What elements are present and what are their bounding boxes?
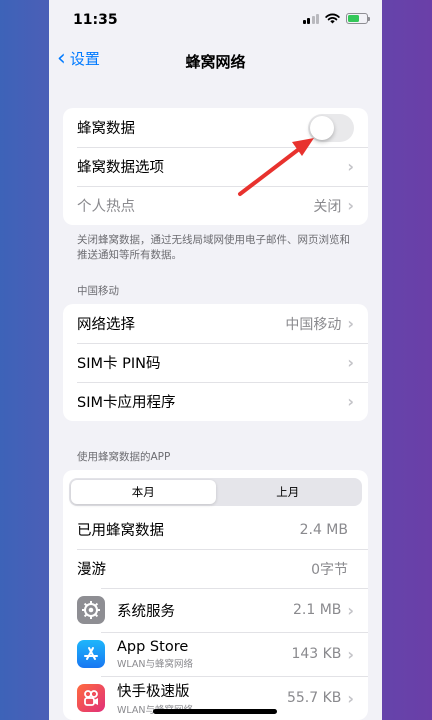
used-data-label: 已用蜂窝数据 — [77, 523, 164, 539]
page-title: 蜂窝网络 — [185, 53, 246, 71]
chevron-right-icon: › — [347, 600, 354, 620]
chevron-right-icon: › — [347, 314, 354, 333]
app-store-icon — [77, 640, 105, 668]
status-bar: 11:35 — [49, 0, 382, 40]
cellular-data-label: 蜂窝数据 — [77, 121, 135, 137]
app-row-system-services[interactable]: 系统服务 2.1 MB › — [63, 588, 368, 632]
roaming-label: 漫游 — [77, 562, 106, 578]
hotspot-row[interactable]: 个人热点 关闭 › — [63, 186, 368, 225]
toggle-knob — [310, 115, 334, 140]
kuaishou-icon — [77, 684, 105, 712]
app-name: 系统服务 — [117, 603, 175, 620]
cellular-options-row[interactable]: 蜂窝数据选项 › — [63, 147, 368, 186]
cellular-data-toggle[interactable] — [308, 113, 354, 142]
app-subtitle: WLAN与蜂窝网络 — [117, 658, 194, 670]
app-usage-value: 143 KB — [291, 646, 342, 662]
sim-apps-label: SIM卡应用程序 — [77, 395, 176, 411]
phone-screen: 11:35 ‹ 设置 蜂窝网络 蜂窝数据 蜂窝数据选项 › 个人热点 关闭 › … — [49, 0, 382, 720]
sim-pin-row[interactable]: SIM卡 PIN码 › — [63, 343, 368, 382]
chevron-right-icon: › — [347, 353, 354, 372]
cellular-options-label: 蜂窝数据选项 — [77, 160, 164, 176]
network-select-label: 网络选择 — [77, 317, 135, 333]
app-name: App Store — [117, 638, 189, 655]
used-data-row: 已用蜂窝数据 2.4 MB — [63, 510, 368, 549]
app-name: 快手极速版 — [117, 684, 190, 700]
sim-apps-row[interactable]: SIM卡应用程序 › — [63, 382, 368, 421]
app-usage-value: 55.7 KB — [286, 690, 342, 706]
used-data-value: 2.4 MB — [299, 521, 348, 538]
gear-icon — [77, 596, 105, 624]
cellular-footnote: 关闭蜂窝数据，通过无线局域网使用电子邮件、网页浏览和推送通知等所有数据。 — [77, 234, 350, 261]
carrier-header: 中国移动 — [77, 285, 119, 297]
app-usage-value: 2.1 MB — [293, 602, 342, 618]
roaming-row: 漫游 0字节 — [63, 549, 368, 588]
cellular-data-row: 蜂窝数据 — [63, 108, 368, 147]
hotspot-value: 关闭 — [313, 198, 342, 215]
home-indicator — [153, 709, 277, 714]
nav-bar: ‹ 设置 蜂窝网络 — [49, 40, 382, 80]
sim-pin-label: SIM卡 PIN码 — [77, 356, 161, 372]
status-icons — [302, 13, 370, 24]
hotspot-label: 个人热点 — [77, 199, 135, 215]
chevron-right-icon: › — [347, 196, 354, 215]
chevron-right-icon: › — [347, 392, 354, 411]
segment-last-month[interactable]: 上月 — [216, 480, 361, 504]
period-segmented-control: 本月 上月 — [69, 478, 362, 506]
segment-current-month[interactable]: 本月 — [71, 480, 216, 504]
chevron-right-icon: › — [347, 157, 354, 176]
app-row-app-store[interactable]: App Store WLAN与蜂窝网络 143 KB › — [63, 632, 368, 676]
usage-header: 使用蜂窝数据的APP — [77, 451, 171, 463]
wifi-icon — [325, 13, 340, 24]
signal-icon — [302, 13, 319, 24]
network-select-row[interactable]: 网络选择 中国移动 › — [63, 304, 368, 343]
chevron-right-icon: › — [347, 688, 354, 708]
status-time: 11:35 — [73, 12, 118, 28]
network-select-value: 中国移动 — [285, 316, 342, 333]
chevron-right-icon: › — [347, 644, 354, 664]
battery-icon — [346, 13, 370, 24]
cellular-group: 蜂窝数据 蜂窝数据选项 › 个人热点 关闭 › — [63, 108, 368, 225]
carrier-group: 网络选择 中国移动 › SIM卡 PIN码 › SIM卡应用程序 › — [63, 304, 368, 421]
usage-group: 本月 上月 已用蜂窝数据 2.4 MB 漫游 0字节 系统服务 2.1 MB ›… — [63, 470, 368, 720]
roaming-value: 0字节 — [311, 561, 348, 578]
